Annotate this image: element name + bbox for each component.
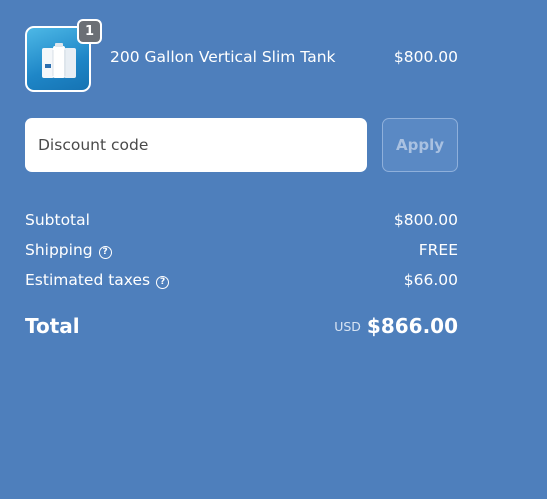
shipping-label: Shipping — [25, 241, 93, 259]
subtotal-row: Subtotal $800.00 — [25, 211, 458, 233]
apply-discount-button[interactable]: Apply — [382, 118, 458, 172]
taxes-row: Estimated taxes? $66.00 — [25, 271, 458, 293]
currency-code: USD — [334, 319, 361, 334]
product-price: $800.00 — [393, 48, 458, 66]
order-summary: 1 200 Gallon Vertical Slim Tank $800.00 … — [0, 0, 547, 499]
line-item: 1 200 Gallon Vertical Slim Tank $800.00 — [25, 19, 458, 94]
subtotal-value: $800.00 — [393, 211, 458, 229]
taxes-value: $66.00 — [403, 271, 458, 289]
question-circle-icon[interactable]: ? — [156, 276, 170, 289]
shipping-row: Shipping? FREE — [25, 241, 458, 263]
question-circle-icon[interactable]: ? — [98, 246, 112, 259]
taxes-label-group: Estimated taxes? — [25, 271, 170, 289]
total-row: Total USD $866.00 — [25, 312, 458, 342]
product-name: 200 Gallon Vertical Slim Tank — [110, 48, 336, 66]
shipping-value: FREE — [418, 241, 458, 259]
quantity-badge: 1 — [77, 19, 102, 44]
total-value: $866.00 — [366, 314, 458, 338]
total-amount: USD $866.00 — [334, 314, 458, 338]
shipping-label-group: Shipping? — [25, 241, 112, 259]
total-label: Total — [25, 314, 80, 338]
taxes-label: Estimated taxes — [25, 271, 151, 289]
tank-image — [42, 43, 76, 78]
discount-code-input[interactable] — [25, 118, 367, 172]
subtotal-label: Subtotal — [25, 211, 90, 229]
